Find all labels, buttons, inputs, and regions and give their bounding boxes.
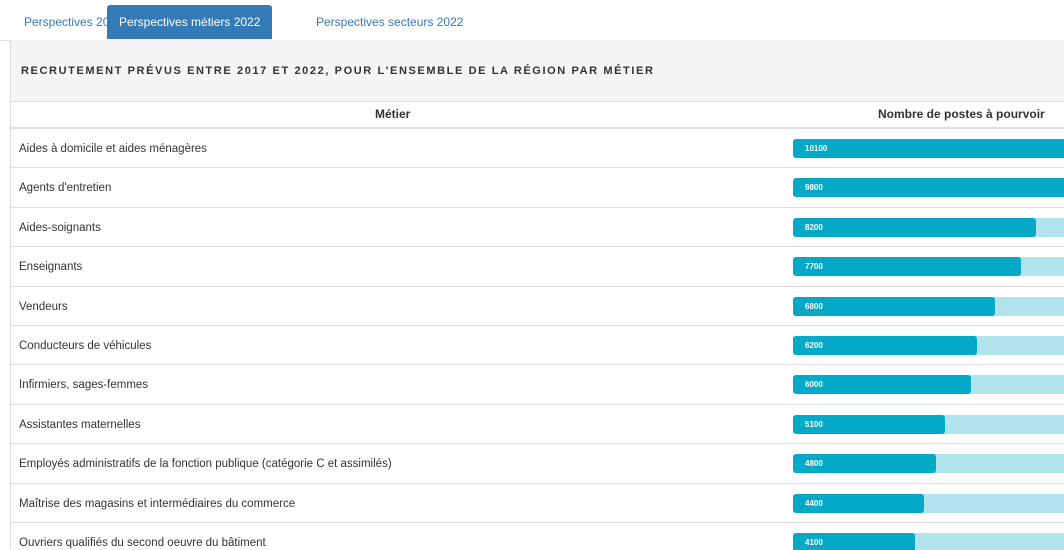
progress-bar-value: 4800 [805,459,823,469]
progress-bar-value: 6800 [805,301,823,311]
recruitment-panel: RECRUTEMENT PRÉVUS ENTRE 2017 ET 2022, P… [10,40,1064,550]
metier-label: Aides à domicile et aides ménagères [19,143,207,155]
metier-label: Ouvriers qualifiés du second oeuvre du b… [19,536,266,549]
progress-bar-track: 4100 [793,532,1064,550]
metier-label: Conducteurs de véhicules [19,339,152,352]
tab-perspectives-secteurs-2022[interactable]: Perspectives secteurs 2022 [304,5,475,39]
metier-label: Maîtrise des magasins et intermédiaires … [19,497,296,510]
tab-bar: Perspectives 2018 Perspectives métiers 2… [0,0,1064,41]
metier-label: Employés administratifs de la fonction p… [19,458,392,471]
table-body: Aides à domicile et aides ménagères 10100… [11,129,1064,550]
progress-bar-value: 4400 [805,498,823,508]
table-row: Conducteurs de véhicules 6200 [11,326,1064,366]
progress-bar-fill [793,257,1021,277]
table-row: Aides à domicile et aides ménagères 10100 [11,129,1064,169]
progress-bar-track: 7700 [793,257,1064,277]
metier-label: Assistantes maternelles [19,418,141,431]
table-row: Employés administratifs de la fonction p… [11,444,1064,484]
table-row: Infirmiers, sages-femmes 6000 [11,365,1064,405]
progress-bar-track: 6000 [793,375,1064,395]
progress-bar-track: 5100 [793,414,1064,434]
progress-bar-value: 6000 [805,380,823,390]
table-row: Enseignants 7700 [11,247,1064,287]
progress-bar-track: 4800 [793,454,1064,474]
progress-bar-track: 6800 [793,296,1064,316]
progress-bar-value: 5100 [805,419,823,429]
progress-bar-value: 10100 [805,144,828,153]
progress-bar-track: 9800 [793,178,1064,198]
progress-bar-track: 8200 [793,217,1064,237]
progress-bar-track: 4400 [793,493,1064,513]
table-row: Ouvriers qualifiés du second oeuvre du b… [11,523,1064,550]
table-row: Vendeurs 6800 [11,287,1064,326]
table-row: Assistantes maternelles 5100 [11,405,1064,445]
progress-bar-value: 8200 [805,222,823,232]
table-row: Maîtrise des magasins et intermédiaires … [11,484,1064,523]
progress-bar-fill [793,217,1036,237]
column-header-nombre[interactable]: Nombre de postes à pourvoir [878,102,1045,127]
table-row: Agents d'entretien 9800 [11,168,1064,208]
metier-label: Enseignants [19,261,83,274]
progress-bar-track: 6200 [793,335,1064,355]
progress-bar-value: 6200 [805,340,823,350]
column-header-metier[interactable]: Métier [375,102,410,127]
progress-bar-fill [793,178,1064,198]
panel-title: RECRUTEMENT PRÉVUS ENTRE 2017 ET 2022, P… [21,64,655,77]
progress-bar-value: 4100 [805,537,823,547]
progress-bar-fill [793,139,1064,158]
metier-label: Agents d'entretien [19,182,112,195]
metier-label: Vendeurs [19,300,68,313]
table-row: Aides-soignants 8200 [11,208,1064,248]
progress-bar-value: 9800 [805,183,823,193]
progress-bar-value: 7700 [805,262,823,272]
panel-heading: RECRUTEMENT PRÉVUS ENTRE 2017 ET 2022, P… [11,40,1064,102]
progress-bar-fill [793,296,995,316]
tab-perspectives-metiers-2022[interactable]: Perspectives métiers 2022 [107,5,273,39]
progress-bar-track: 10100 [793,139,1064,158]
table-header: Métier Nombre de postes à pourvoir [11,102,1064,129]
metier-label: Infirmiers, sages-femmes [19,379,149,392]
metier-label: Aides-soignants [19,221,101,234]
